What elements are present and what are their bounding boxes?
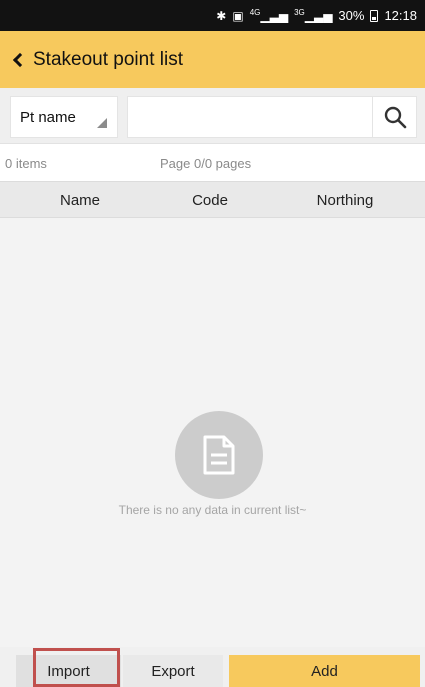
signal-3g-icon: 3G▁▃▅ <box>294 8 333 23</box>
point-list[interactable]: There is no any data in current list~ <box>0 218 425 647</box>
app-bar: Stakeout point list <box>0 31 425 88</box>
list-info: 0 items Page 0/0 pages <box>0 145 425 181</box>
field-select[interactable]: Pt name <box>10 96 118 138</box>
empty-state-icon <box>175 411 263 499</box>
search-input[interactable] <box>127 96 372 138</box>
column-header-northing[interactable]: Northing <box>265 192 425 209</box>
field-select-value: Pt name <box>20 108 76 126</box>
search-button[interactable] <box>372 96 417 138</box>
back-button[interactable]: Stakeout point list <box>12 49 183 71</box>
bluetooth-icon: ✱ <box>216 8 227 23</box>
search-icon <box>384 106 406 129</box>
search-bar: Pt name <box>0 88 425 144</box>
add-button[interactable]: Add <box>229 655 420 687</box>
battery-icon <box>370 9 379 22</box>
nfc-icon: ▣ <box>232 8 244 23</box>
import-button[interactable]: Import <box>16 655 121 687</box>
status-bar: ✱ ▣ 4G▁▃▅ 3G▁▃▅ 30% 12:18 <box>0 0 425 31</box>
dropdown-triangle-icon <box>97 118 107 128</box>
document-icon <box>203 435 235 475</box>
page-indicator: Page 0/0 pages <box>160 156 252 171</box>
action-bar: Import Export Add <box>0 647 425 687</box>
export-button[interactable]: Export <box>123 655 223 687</box>
signal-4g-icon: 4G▁▃▅ <box>249 8 289 23</box>
item-count: 0 items <box>5 156 47 171</box>
clock: 12:18 <box>384 8 417 23</box>
chevron-left-icon <box>12 52 28 67</box>
page-title: Stakeout point list <box>33 48 183 70</box>
empty-state-message: There is no any data in current list~ <box>118 503 307 517</box>
table-header: Name Code Northing <box>0 181 425 218</box>
battery-percent: 30% <box>338 8 365 23</box>
